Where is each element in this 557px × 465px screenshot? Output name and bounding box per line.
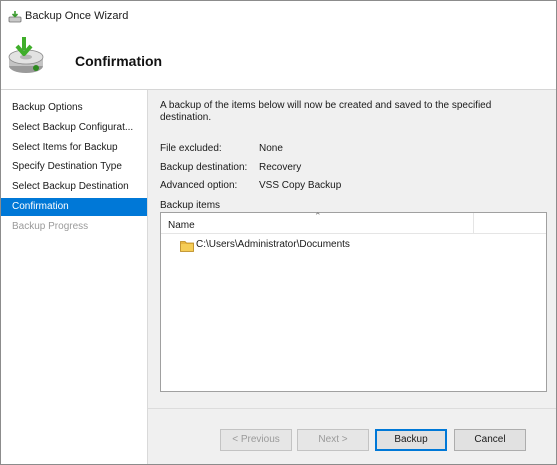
nav-item-backup-progress: Backup Progress: [12, 221, 89, 232]
nav-item-specify-destination-type[interactable]: Specify Destination Type: [1, 158, 147, 176]
next-button: Next >: [297, 429, 369, 451]
nav-item-backup-options[interactable]: Backup Options: [1, 99, 147, 117]
nav-item-select-backup-destination[interactable]: Select Backup Destination: [1, 178, 147, 196]
backup-wizard-icon: [8, 11, 22, 23]
wizard-steps-nav: Backup Options Select Backup Configurat.…: [1, 90, 148, 464]
page-title: Confirmation: [75, 53, 163, 69]
cancel-button[interactable]: Cancel: [454, 429, 526, 451]
sort-up-icon: ⌃: [314, 211, 322, 221]
folder-icon: [180, 241, 194, 252]
backup-drive-icon: [8, 37, 44, 73]
confirmation-intro-text: A backup of the items below will now be …: [160, 100, 492, 123]
confirmation-panel: A backup of the items below will now be …: [148, 90, 556, 464]
nav-item-select-backup-configuration[interactable]: Select Backup Configurat...: [1, 119, 147, 137]
advanced-option-value: VSS Copy Backup: [259, 180, 342, 191]
nav-item-select-items-for-backup[interactable]: Select Items for Backup: [1, 139, 147, 157]
backup-items-list[interactable]: ⌃ Name C:\Users\Administrator\Documents: [160, 211, 547, 392]
backup-destination-label: Backup destination:: [160, 162, 248, 173]
backup-once-wizard-window: Backup Once Wizard Confirmation Backup O…: [0, 0, 557, 465]
backup-destination-value: Recovery: [259, 162, 302, 173]
column-divider[interactable]: [473, 213, 474, 233]
wizard-header: Confirmation: [1, 31, 556, 90]
name-column-label: Name: [168, 220, 195, 231]
nav-item-confirmation[interactable]: Confirmation: [1, 198, 147, 216]
button-area-divider: [148, 408, 556, 409]
backup-items-label: Backup items: [160, 200, 221, 211]
advanced-option-label: Advanced option:: [160, 180, 238, 191]
title-bar[interactable]: Backup Once Wizard: [1, 1, 556, 31]
file-path-text: C:\Users\Administrator\Documents: [196, 239, 350, 250]
window-title: Backup Once Wizard: [25, 10, 129, 22]
name-column-header[interactable]: ⌃ Name: [161, 211, 546, 234]
backup-button[interactable]: Backup: [375, 429, 447, 451]
previous-button[interactable]: < Previous: [220, 429, 292, 451]
file-excluded-value: None: [259, 143, 283, 154]
file-excluded-label: File excluded:: [160, 143, 222, 154]
